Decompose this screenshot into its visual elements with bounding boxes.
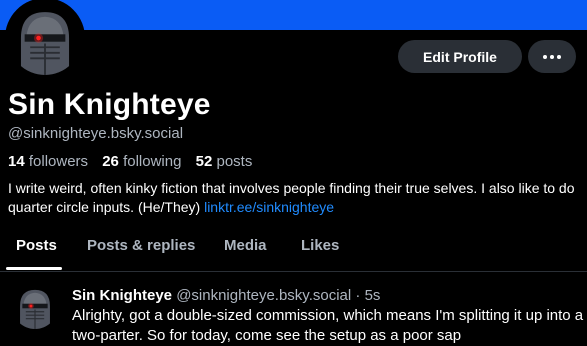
post-meta-separator: · [355, 287, 361, 304]
following-label: following [123, 153, 182, 170]
more-options-button[interactable] [528, 40, 576, 73]
active-tab-indicator [6, 267, 62, 270]
profile-stats: 14 followers 26 following 52 posts [8, 153, 252, 170]
posts-label: posts [216, 153, 253, 170]
post-author-avatar[interactable] [12, 283, 58, 329]
post-author-name[interactable]: Sin Knighteye [72, 287, 172, 304]
bio-link[interactable]: linktr.ee/sinknighteye [204, 199, 334, 215]
profile-display-name: Sin Knighteye [8, 88, 211, 121]
profile-handle: @sinknighteye.bsky.social [8, 125, 184, 142]
profile-avatar[interactable] [5, 0, 85, 78]
post-timestamp[interactable]: 5s [365, 287, 381, 304]
ellipsis-icon [550, 54, 554, 59]
tab-media[interactable]: Media [224, 237, 267, 254]
following-link[interactable]: 26 following [102, 153, 181, 170]
knight-helmet-icon [12, 283, 58, 329]
followers-count: 14 [8, 153, 25, 170]
knight-helmet-icon [8, 1, 82, 75]
tab-likes[interactable]: Likes [301, 237, 339, 254]
profile-bio: I write weird, often kinky fiction that … [8, 179, 583, 217]
tab-posts-and-replies[interactable]: Posts & replies [87, 237, 195, 254]
following-count: 26 [102, 153, 119, 170]
posts-stat: 52 posts [196, 153, 253, 170]
followers-label: followers [28, 153, 89, 170]
edit-profile-button[interactable]: Edit Profile [398, 40, 522, 73]
profile-banner[interactable] [0, 0, 587, 30]
ellipsis-icon [543, 54, 547, 59]
posts-count: 52 [195, 153, 213, 170]
post-header: Sin Knighteye @sinknighteye.bsky.social … [72, 287, 380, 304]
tab-posts[interactable]: Posts [16, 237, 57, 254]
ellipsis-icon [557, 54, 561, 59]
followers-link[interactable]: 14 followers [8, 153, 88, 170]
post-author-handle[interactable]: @sinknighteye.bsky.social [176, 287, 351, 304]
profile-tabs: Posts Posts & replies Media Likes [0, 227, 587, 272]
post-body[interactable]: Alrighty, got a double-sized commission,… [72, 306, 584, 346]
